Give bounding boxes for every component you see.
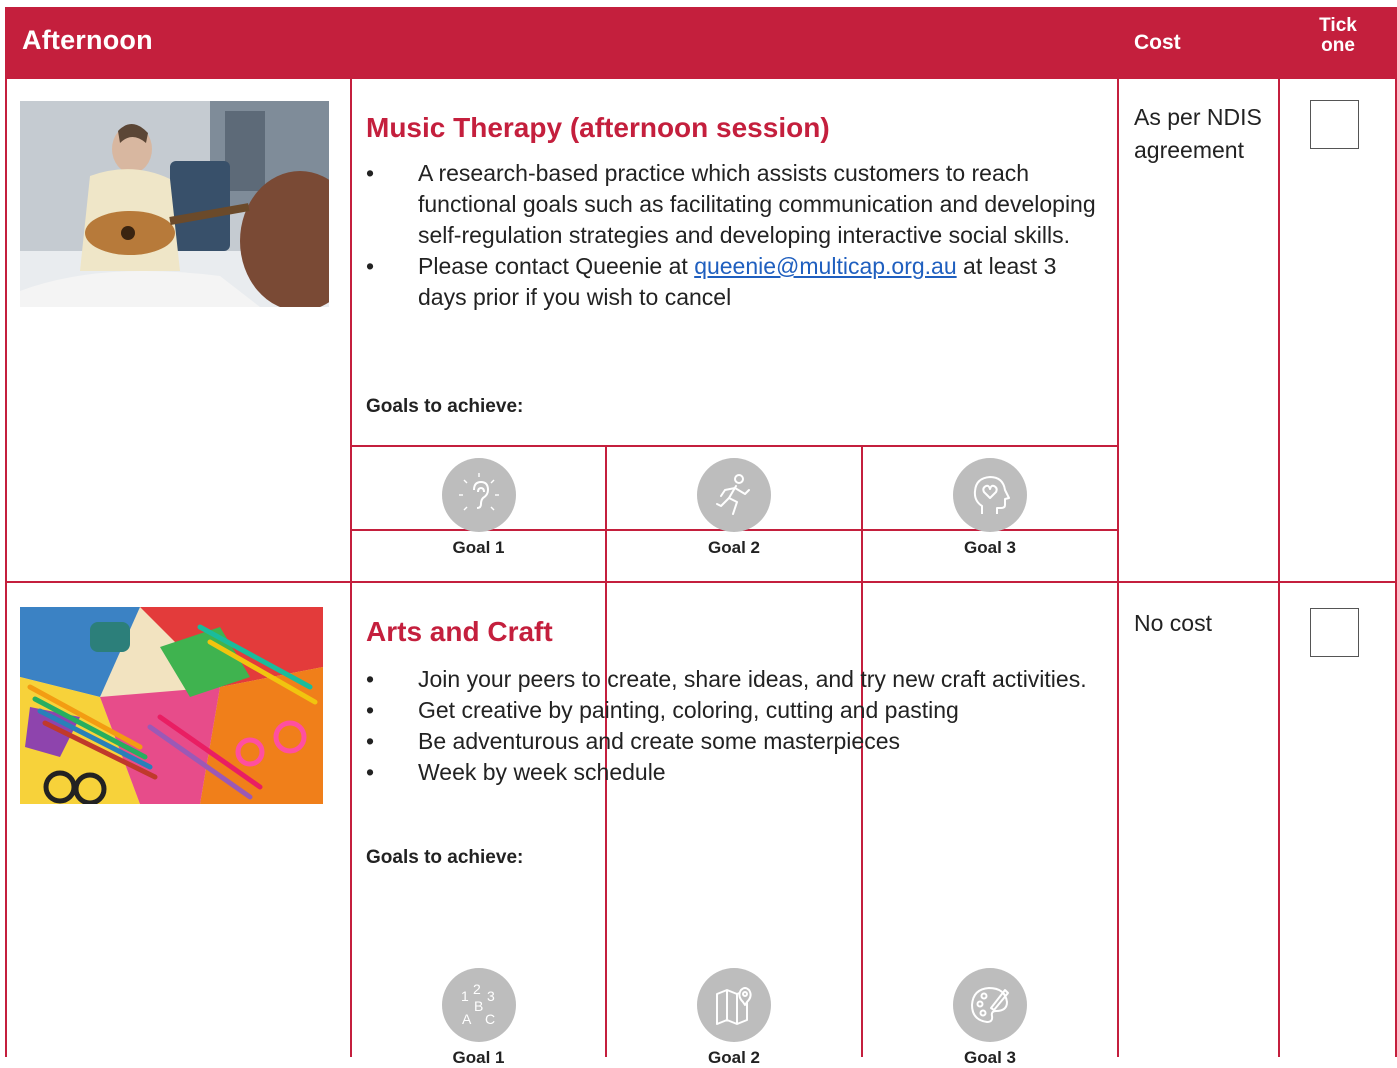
- goal-cell: Goal 2: [607, 458, 861, 558]
- svg-text:C: C: [485, 1011, 495, 1027]
- goal-cell: 123 BAC Goal 1: [352, 968, 605, 1068]
- svg-text:1: 1: [461, 988, 469, 1004]
- section-title: Afternoon: [22, 25, 153, 55]
- ear-icon: [441, 458, 516, 532]
- goal-label: Goal 3: [964, 538, 1016, 557]
- table-divider-photo: [350, 79, 352, 1057]
- row-divider: [5, 581, 1397, 583]
- tick-header-line1: Tick: [1319, 15, 1357, 36]
- list-item: Get creative by painting, coloring, cutt…: [366, 695, 1106, 726]
- svg-text:B: B: [474, 998, 483, 1014]
- tick-column-header: Tick one: [1280, 16, 1396, 56]
- running-person-icon: [697, 458, 771, 532]
- activity-title: Arts and Craft: [366, 616, 553, 647]
- music-therapy-photo: [20, 101, 329, 307]
- table-divider-cost: [1278, 79, 1280, 1057]
- table-divider-description: [1117, 79, 1119, 1057]
- svg-text:A: A: [462, 1011, 472, 1027]
- goal-cell: Goal 2: [607, 968, 861, 1068]
- list-item: Join your peers to create, share ideas, …: [366, 664, 1106, 695]
- list-item: Be adventurous and create some masterpie…: [366, 726, 1106, 757]
- tick-checkbox[interactable]: [1310, 100, 1359, 149]
- goals-label: Goals to achieve:: [366, 847, 524, 868]
- map-pin-icon: [697, 968, 771, 1042]
- list-item: Week by week schedule: [366, 757, 1106, 788]
- section-header: [5, 7, 1397, 79]
- arts-and-craft-photo: [20, 607, 323, 804]
- tick-checkbox[interactable]: [1310, 608, 1359, 657]
- numbers-letters-icon: 123 BAC: [441, 968, 516, 1042]
- cost-value: As per NDIS agreement: [1134, 104, 1262, 163]
- list-item: Please contact Queenie at queenie@multic…: [366, 251, 1106, 313]
- tick-header-line2: one: [1321, 35, 1355, 56]
- goal-label: Goal 2: [708, 538, 760, 557]
- cost-column-header: Cost: [1134, 31, 1181, 54]
- head-heart-icon: [953, 458, 1027, 532]
- cost-value: No cost: [1134, 610, 1212, 636]
- activity-title: Music Therapy (afternoon session): [366, 112, 830, 143]
- paint-palette-icon: [953, 968, 1027, 1042]
- list-item: A research-based practice which assists …: [366, 158, 1106, 251]
- table-border-left: [5, 79, 7, 1057]
- activity-bullet-list: A research-based practice which assists …: [366, 158, 1106, 313]
- goals-label: Goals to achieve:: [366, 396, 524, 417]
- goal-cell: Goal 3: [863, 458, 1117, 558]
- goal-label: Goal 1: [452, 538, 505, 557]
- goal-label: Goal 3: [964, 1048, 1016, 1067]
- goal-cell: Goal 1: [352, 458, 605, 558]
- goal-cell: Goal 3: [863, 968, 1117, 1068]
- svg-text:3: 3: [487, 988, 495, 1004]
- goal-label: Goal 1: [452, 1048, 505, 1067]
- list-item-text: Please contact Queenie at: [418, 253, 695, 279]
- svg-text:2: 2: [473, 981, 481, 997]
- activity-bullet-list: Join your peers to create, share ideas, …: [366, 664, 1106, 788]
- goal-label: Goal 2: [708, 1048, 760, 1067]
- email-link[interactable]: queenie@multicap.org.au: [694, 253, 956, 279]
- goals-divider-row1: [350, 445, 1119, 447]
